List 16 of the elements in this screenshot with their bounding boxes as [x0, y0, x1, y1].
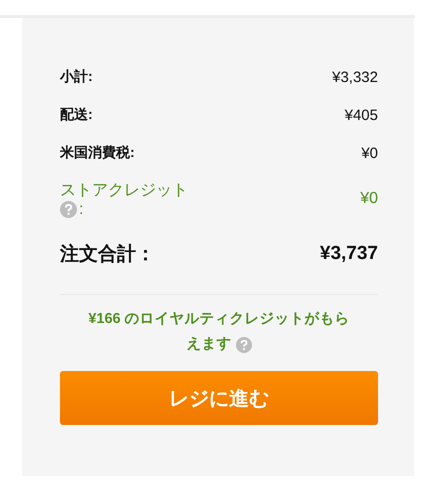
checkout-button[interactable]: レジに進む — [60, 371, 378, 425]
total-value: ¥3,737 — [320, 243, 378, 265]
help-icon[interactable] — [60, 201, 77, 218]
help-icon[interactable] — [236, 336, 252, 352]
colon: : — [79, 200, 84, 218]
row-value: ¥3,332 — [332, 68, 378, 86]
loyalty-note: えます — [186, 335, 232, 354]
row-label: 米国消費税: — [60, 144, 135, 162]
row-label: 配送: — [60, 106, 93, 124]
row-value: ¥0 — [360, 190, 378, 208]
row-label: ストアクレジット — [60, 180, 188, 200]
row-label: 小計: — [60, 68, 93, 86]
total-label: 注文合計： — [60, 242, 155, 267]
row-value: ¥0 — [361, 144, 378, 162]
row-value: ¥405 — [344, 106, 378, 124]
loyalty-note: ¥166 のロイヤルティクレジットがもら — [88, 310, 350, 329]
